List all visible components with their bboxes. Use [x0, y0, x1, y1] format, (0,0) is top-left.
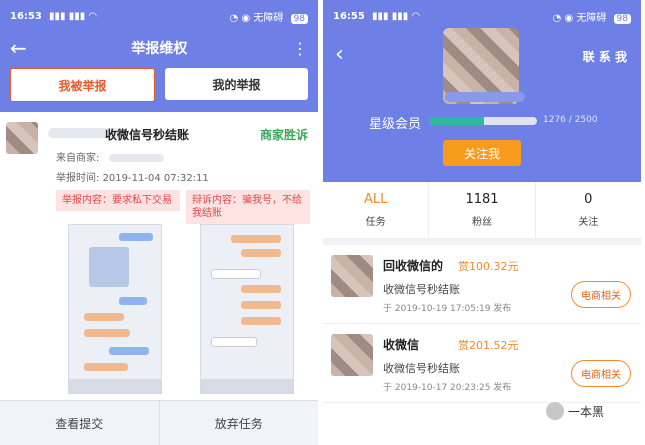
tab-my-reports[interactable]: 我的举报	[165, 68, 308, 100]
stat-tasks-value: ALL	[363, 192, 388, 207]
signal-icon: ▮▮▮ ▮▮▮ ◠	[49, 10, 98, 22]
chat-bubble	[241, 249, 281, 257]
bottom-actions: 查看提交 放弃任务	[0, 400, 318, 445]
chat-bubble	[241, 285, 281, 293]
view-submission-label: 查看提交	[55, 416, 104, 431]
level-progress-text: 1276 / 2500	[543, 115, 598, 125]
status-indicators: ◔ ◉ 无障碍	[229, 12, 284, 24]
report-panel: 16:53 ▮▮▮ ▮▮▮ ◠ ◔ ◉ 无障碍 98 ← 举报维权 ⋮ 我被举报…	[0, 0, 318, 445]
follow-me-button[interactable]: 关注我	[443, 140, 521, 166]
chat-bubble	[211, 269, 261, 279]
evidence-screenshot-1[interactable]	[68, 224, 162, 394]
chat-bubble	[211, 337, 257, 347]
chat-bubble	[119, 297, 147, 305]
view-submission-button[interactable]: 查看提交	[0, 401, 160, 445]
status-time: 16:55	[333, 10, 365, 22]
chat-bubble	[231, 235, 281, 243]
merchant-redacted	[108, 154, 164, 162]
more-icon[interactable]: ⋮	[292, 39, 308, 58]
page-title: 举报维权	[131, 41, 188, 57]
level-progress-bar	[429, 117, 537, 125]
report-time-row: 举报时间: 2019-11-04 07:32:11	[56, 169, 209, 184]
stat-following[interactable]: 0 关注	[536, 182, 641, 238]
task-avatar	[331, 334, 373, 376]
task-tag[interactable]: 电商相关	[571, 281, 631, 308]
chat-bubble	[109, 347, 149, 355]
signal-icon: ▮▮▮ ▮▮▮ ◠	[372, 10, 421, 22]
stat-following-label: 关注	[578, 217, 599, 228]
report-tabs: 我被举报 我的举报	[0, 64, 318, 112]
left-header-area: 16:53 ▮▮▮ ▮▮▮ ◠ ◔ ◉ 无障碍 98 ← 举报维权 ⋮ 我被举报…	[0, 0, 318, 112]
tab-reported-me[interactable]: 我被举报	[10, 68, 155, 102]
watermark-text: 一本黑	[568, 404, 605, 419]
stat-tasks-label: 任务	[365, 217, 386, 228]
level-progress-fill	[429, 117, 485, 125]
task-title: 收微信	[383, 338, 420, 352]
chat-bubble	[119, 233, 153, 241]
avatar	[6, 122, 38, 154]
task-avatar	[331, 255, 373, 297]
task-tag-label: 电商相关	[581, 291, 621, 302]
app-bar: ← 举报维权 ⋮	[0, 32, 318, 64]
task-reward: 赏100.32元	[458, 260, 519, 273]
task-subtitle: 收微信号秒结账	[383, 362, 460, 375]
wechat-icon	[546, 402, 564, 420]
report-title: 收微信号秒结账	[105, 128, 190, 142]
report-time-value: 2019-11-04 07:32:11	[102, 173, 209, 184]
result-badge: 商家胜诉	[259, 128, 308, 142]
task-item[interactable]: 回收微信的 赏100.32元 收微信号秒结账 于 2019-10-19 17:0…	[323, 245, 641, 324]
give-up-button[interactable]: 放弃任务	[160, 401, 319, 445]
stats-row: ALL 任务 1181 粉丝 0 关注	[323, 182, 641, 239]
chat-bubble	[84, 313, 124, 321]
tab-my-reports-label: 我的举报	[212, 77, 261, 92]
blurred-username	[445, 92, 525, 102]
status-time: 16:53	[10, 10, 42, 22]
appeal-content: 辩诉内容：骗我号，不给我结账	[186, 190, 310, 224]
evidence-screenshot-2[interactable]	[200, 224, 294, 394]
task-meta: 于 2019-10-19 17:05:19 发布	[383, 304, 512, 314]
stat-tasks[interactable]: ALL 任务	[323, 182, 430, 238]
stat-fans-value: 1181	[465, 192, 499, 207]
chat-bubble	[241, 301, 281, 309]
back-arrow-icon[interactable]: ‹	[335, 42, 344, 67]
follow-me-label: 关注我	[463, 146, 500, 161]
merchant-row: 来自商家:	[56, 149, 164, 164]
task-meta: 于 2019-10-17 20:23:25 发布	[383, 383, 512, 393]
status-indicators: ◔ ◉ 无障碍	[552, 12, 607, 24]
merchant-label: 来自商家:	[56, 153, 100, 164]
task-subtitle: 收微信号秒结账	[383, 283, 460, 296]
chat-bubble	[84, 329, 130, 337]
chat-bubble	[84, 363, 128, 371]
stat-following-value: 0	[584, 192, 593, 207]
profile-panel: 16:55 ▮▮▮ ▮▮▮ ◠ ◔ ◉ 无障碍 98 ‹ 联 系 我 星级会员 …	[323, 0, 641, 445]
task-list: 回收微信的 赏100.32元 收微信号秒结账 于 2019-10-19 17:0…	[323, 245, 641, 403]
profile-header: 16:55 ▮▮▮ ▮▮▮ ◠ ◔ ◉ 无障碍 98 ‹ 联 系 我 星级会员 …	[323, 0, 641, 182]
chat-input-bar	[201, 379, 293, 393]
give-up-label: 放弃任务	[214, 416, 263, 431]
chat-bubble	[241, 317, 281, 325]
member-level-label: 星级会员	[369, 117, 422, 132]
battery-icon: 98	[613, 13, 631, 24]
task-tag-label: 电商相关	[581, 370, 621, 381]
tab-reported-me-label: 我被举报	[58, 78, 107, 93]
report-card: 收微信号秒结账 商家胜诉 来自商家: 举报时间: 2019-11-04 07:3…	[0, 112, 318, 402]
status-bar: 16:53 ▮▮▮ ▮▮▮ ◠ ◔ ◉ 无障碍 98	[0, 0, 318, 32]
task-title: 回收微信的	[383, 259, 444, 273]
task-tag[interactable]: 电商相关	[571, 360, 631, 387]
stat-fans[interactable]: 1181 粉丝	[429, 182, 536, 238]
chat-input-bar	[69, 379, 161, 393]
task-item[interactable]: 收微信 赏201.52元 收微信号秒结账 于 2019-10-17 20:23:…	[323, 324, 641, 403]
watermark: 一本黑	[546, 402, 604, 420]
report-content: 举报内容：要求私下交易	[56, 190, 180, 211]
battery-icon: 98	[290, 13, 308, 24]
chat-image	[89, 247, 129, 287]
report-time-label: 举报时间:	[56, 173, 100, 184]
contact-me-link[interactable]: 联 系 我	[583, 48, 627, 65]
task-reward: 赏201.52元	[458, 339, 519, 352]
stat-fans-label: 粉丝	[471, 217, 492, 228]
back-arrow-icon[interactable]: ←	[10, 38, 27, 58]
